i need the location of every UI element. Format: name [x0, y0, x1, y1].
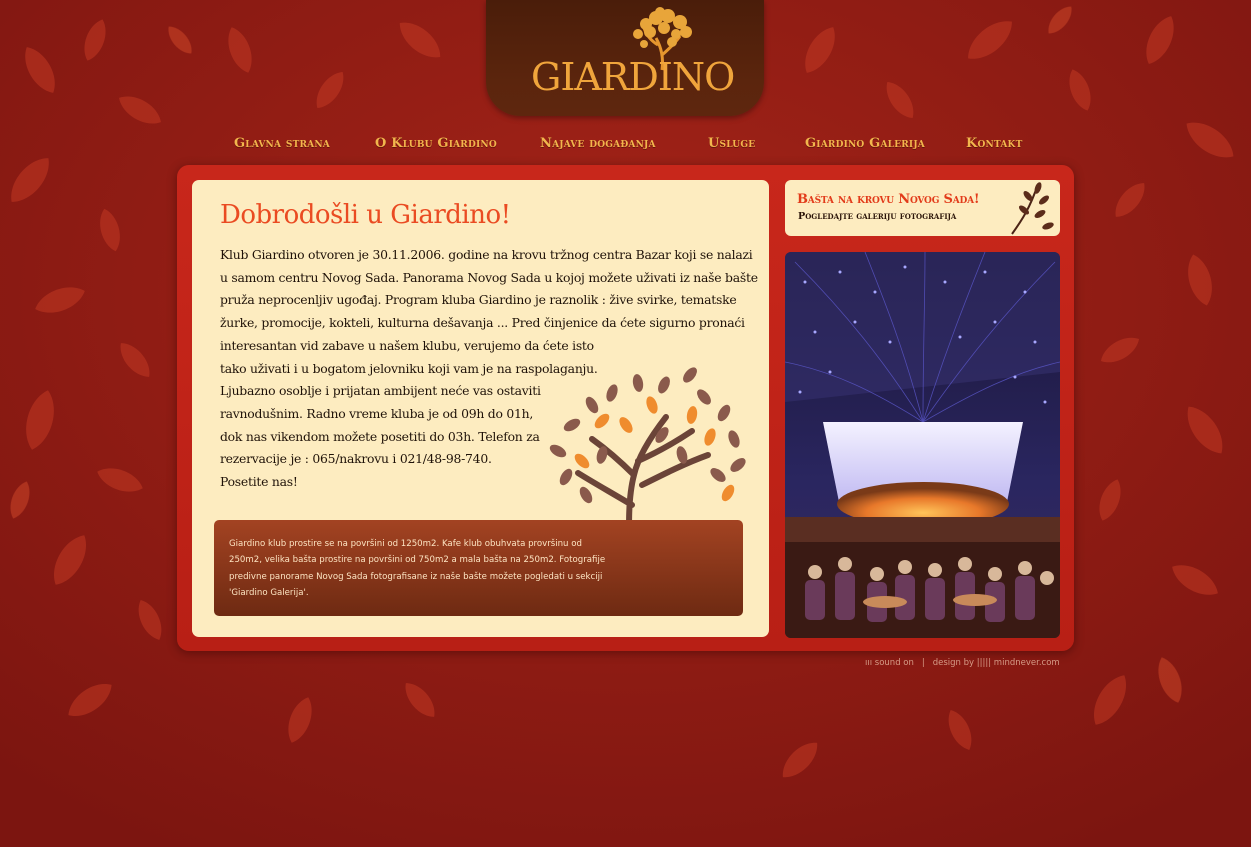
gallery-banner[interactable]: Bašta na krovu Novog Sada! Pogledajte ga… — [785, 180, 1060, 236]
giardino-logo: GIARDINO — [531, 7, 735, 99]
info-line: 'Giardino Galerija'. — [229, 587, 309, 598]
paragraph-line: Klub Giardino otvoren je 30.11.2006. god… — [220, 247, 753, 262]
paragraph-line: pruža neprocenljiv ugođaj. Program kluba… — [220, 292, 737, 308]
banner-subtitle: Pogledajte galeriju fotografija — [798, 211, 957, 222]
footer: ııı sound on | design by ||||| mindnever.c… — [865, 658, 1060, 668]
welcome-paragraph: Klub Giardino otvoren je 30.11.2006. god… — [220, 244, 758, 494]
main-nav: Glavna strana O Klubu Giardino Najave do… — [0, 136, 1251, 160]
nav-item-usluge[interactable]: Usluge — [708, 136, 755, 151]
banner-title: Bašta na krovu Novog Sada! — [797, 192, 980, 207]
info-box: Giardino klub prostire se na površini od… — [214, 520, 743, 616]
nav-item-kontakt[interactable]: Kontakt — [966, 136, 1022, 151]
footer-separator: | — [921, 658, 925, 668]
paragraph-line: žurke, promocije, kokteli, kulturna deša… — [220, 315, 745, 331]
branch-icon — [1011, 182, 1054, 235]
paragraph-line: dok nas vikendom možete posetiti do 03h.… — [220, 428, 540, 444]
sound-toggle[interactable]: ııı sound on — [865, 658, 914, 668]
paragraph-line: rezervacije je : 065/nakrovu i 021/48-98… — [220, 451, 492, 467]
welcome-panel: Dobrodošli u Giardino! Klub Giardino otv… — [192, 180, 769, 637]
nav-item-galerija[interactable]: Giardino Galerija — [805, 136, 925, 151]
paragraph-line: Posetite nas! — [220, 474, 298, 490]
club-interior-photo[interactable] — [785, 252, 1060, 638]
info-line: predivne panorame Novog Sada fotografisa… — [229, 571, 603, 582]
paragraph-line: interesantan vid zabave u našem klubu, v… — [220, 337, 594, 353]
nav-item-o-klubu[interactable]: O Klubu Giardino — [375, 136, 497, 151]
logo-wordmark: GIARDINO — [531, 55, 734, 99]
info-line: 250m2, velika bašta prostire na površini… — [229, 555, 606, 566]
info-line: Giardino klub prostire se na površini od… — [229, 539, 582, 549]
logo-plate[interactable]: GIARDINO — [486, 0, 764, 116]
club-photo-image — [785, 252, 1060, 638]
nav-item-najave[interactable]: Najave događanja — [540, 136, 656, 151]
nav-item-glavna-strana[interactable]: Glavna strana — [234, 136, 330, 151]
paragraph-line: Ljubazno osoblje i prijatan ambijent neć… — [220, 383, 541, 399]
page-title: Dobrodošli u Giardino! — [220, 200, 511, 230]
paragraph-line: tako uživati i u bogatom jelovniku koji … — [220, 360, 598, 376]
designer-credit-link[interactable]: design by ||||| mindnever.com — [933, 658, 1060, 668]
info-text: Giardino klub prostire se na površini od… — [229, 536, 614, 601]
paragraph-line: u samom centru Novog Sada. Panorama Novo… — [220, 269, 758, 285]
paragraph-line: ravnodušnim. Radno vreme kluba je od 09h… — [220, 405, 534, 421]
